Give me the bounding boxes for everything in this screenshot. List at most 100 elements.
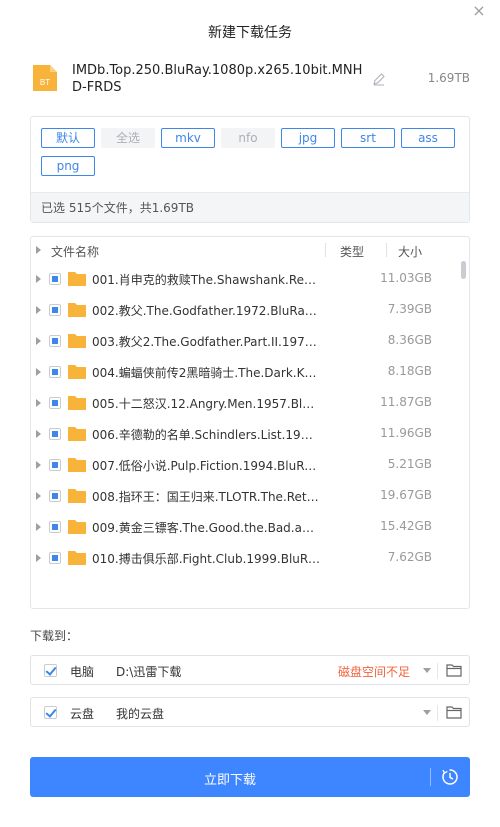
file-size: 5.21GB: [387, 457, 432, 471]
file-size: 11.03GB: [380, 271, 432, 285]
row-checkbox[interactable]: [49, 273, 61, 285]
filter-tag-png[interactable]: png: [41, 156, 95, 176]
filter-tag-mkv[interactable]: mkv: [161, 128, 215, 148]
torrent-name: IMDb.Top.250.BluRay.1080p.x265.10bit.MNH…: [72, 63, 363, 95]
column-divider: [386, 243, 387, 257]
folder-icon: [68, 334, 86, 348]
torrent-header: BT IMDb.Top.250.BluRay.1080p.x265.10bit.…: [30, 60, 470, 100]
folder-icon: [68, 396, 86, 410]
file-row[interactable]: 003.教父2.The.Godfather.Part.II.1974.BluRa…: [31, 325, 461, 356]
file-list-header: 文件名称 类型 大小: [31, 237, 469, 264]
file-name: 005.十二怒汉.12.Angry.Men.1957.BluRay.1080p: [92, 397, 320, 411]
file-name: 001.肖申克的救赎The.Shawshank.Redemption.1994: [92, 273, 320, 287]
destination-pc: 电脑 D:\迅雷下载 磁盘空间不足: [30, 655, 470, 685]
filter-tag-srt[interactable]: srt: [341, 128, 395, 148]
expand-arrow-icon[interactable]: [36, 306, 41, 314]
folder-icon: [68, 272, 86, 286]
disk-space-warning: 磁盘空间不足: [338, 665, 411, 679]
expand-arrow-icon[interactable]: [36, 523, 41, 531]
row-checkbox[interactable]: [49, 428, 61, 440]
chevron-down-icon[interactable]: [423, 710, 431, 715]
expand-all-arrow-icon[interactable]: [36, 246, 41, 254]
file-name: 004.蝙蝠侠前传2黑暗骑士.The.Dark.Knight.2008: [92, 366, 320, 380]
file-size: 8.18GB: [387, 364, 432, 378]
close-icon[interactable]: ×: [470, 2, 488, 20]
file-size: 15.42GB: [380, 519, 432, 533]
folder-browse-icon[interactable]: [446, 663, 462, 677]
file-row[interactable]: 007.低俗小说.Pulp.Fiction.1994.BluRay.1080p …: [31, 449, 461, 480]
destination-cloud: 云盘 我的云盘: [30, 697, 470, 727]
row-checkbox[interactable]: [49, 490, 61, 502]
expand-arrow-icon[interactable]: [36, 337, 41, 345]
file-row[interactable]: 006.辛德勒的名单.Schindlers.List.1993.BluRay 1…: [31, 418, 461, 449]
expand-arrow-icon[interactable]: [36, 492, 41, 500]
button-divider: [430, 768, 431, 786]
chevron-down-icon[interactable]: [423, 668, 431, 673]
folder-icon: [68, 365, 86, 379]
file-size: 8.36GB: [387, 333, 432, 347]
file-size: 11.87GB: [380, 395, 432, 409]
filter-tag-select-all[interactable]: 全选: [101, 128, 155, 148]
expand-arrow-icon[interactable]: [36, 430, 41, 438]
file-name: 002.教父.The.Godfather.1972.BluRay.1080p: [92, 304, 320, 318]
svg-text:BT: BT: [40, 78, 50, 87]
file-row[interactable]: 001.肖申克的救赎The.Shawshank.Redemption.1994 …: [31, 263, 461, 294]
file-name: 007.低俗小说.Pulp.Fiction.1994.BluRay.1080p: [92, 459, 320, 473]
schedule-clock-icon[interactable]: [441, 768, 459, 786]
folder-icon: [68, 551, 86, 565]
row-checkbox[interactable]: [49, 366, 61, 378]
column-divider: [325, 243, 326, 257]
download-now-button[interactable]: 立即下载: [30, 757, 470, 797]
file-size: 7.39GB: [387, 302, 432, 316]
expand-arrow-icon[interactable]: [36, 554, 41, 562]
filter-tag-ass[interactable]: ass: [401, 128, 455, 148]
file-row[interactable]: 008.指环王：国王归来.TLOTR.The.Return.of.the.Kin…: [31, 480, 461, 511]
file-row[interactable]: 010.搏击俱乐部.Fight.Club.1999.BluRay.1080p 7…: [31, 542, 461, 573]
list-scrollbar[interactable]: [461, 261, 466, 279]
expand-arrow-icon[interactable]: [36, 368, 41, 376]
cloud-checkbox[interactable]: [44, 706, 57, 719]
torrent-size: 1.69TB: [427, 71, 470, 85]
column-type[interactable]: 类型: [340, 243, 364, 260]
divider: [437, 705, 438, 721]
folder-icon: [68, 489, 86, 503]
file-name: 008.指环王：国王归来.TLOTR.The.Return.of.the.Kin…: [92, 490, 320, 504]
filter-tag-jpg[interactable]: jpg: [281, 128, 335, 148]
folder-browse-icon[interactable]: [446, 705, 462, 719]
file-name: 010.搏击俱乐部.Fight.Club.1999.BluRay.1080p: [92, 552, 320, 566]
filter-tag-nfo[interactable]: nfo: [221, 128, 275, 148]
file-name: 003.教父2.The.Godfather.Part.II.1974.BluRa…: [92, 335, 320, 349]
selection-summary: 已选 515个文件，共1.69TB: [31, 192, 469, 222]
folder-icon: [68, 458, 86, 472]
row-checkbox[interactable]: [49, 459, 61, 471]
file-row[interactable]: 002.教父.The.Godfather.1972.BluRay.1080p 7…: [31, 294, 461, 325]
row-checkbox[interactable]: [49, 397, 61, 409]
torrent-file-icon: BT: [33, 65, 57, 91]
row-checkbox[interactable]: [49, 335, 61, 347]
filter-tag-default[interactable]: 默认: [41, 128, 95, 148]
file-size: 7.62GB: [387, 550, 432, 564]
dialog-title: 新建下载任务: [208, 25, 292, 41]
folder-icon: [68, 303, 86, 317]
row-checkbox[interactable]: [49, 552, 61, 564]
download-now-label: 立即下载: [203, 773, 256, 788]
folder-icon: [68, 520, 86, 534]
cloud-path: 我的云盘: [116, 707, 165, 721]
expand-arrow-icon[interactable]: [36, 461, 41, 469]
file-row[interactable]: 004.蝙蝠侠前传2黑暗骑士.The.Dark.Knight.2008 8.18…: [31, 356, 461, 387]
edit-icon[interactable]: [372, 72, 386, 86]
pc-path: D:\迅雷下载: [116, 665, 182, 679]
download-to-label: 下载到：: [30, 629, 79, 643]
row-checkbox[interactable]: [49, 521, 61, 533]
column-size[interactable]: 大小: [398, 243, 422, 260]
file-row[interactable]: 005.十二怒汉.12.Angry.Men.1957.BluRay.1080p …: [31, 387, 461, 418]
expand-arrow-icon[interactable]: [36, 399, 41, 407]
column-name[interactable]: 文件名称: [51, 243, 99, 260]
row-checkbox[interactable]: [49, 304, 61, 316]
file-list: 文件名称 类型 大小 001.肖申克的救赎The.Shawshank.Redem…: [30, 236, 470, 609]
folder-icon: [68, 427, 86, 441]
file-type-filter: 默认 全选 mkv nfo jpg srt ass png 已选 515个文件，…: [30, 116, 470, 223]
expand-arrow-icon[interactable]: [36, 275, 41, 283]
file-row[interactable]: 009.黄金三镖客.The.Good.the.Bad.and.the.Ugly …: [31, 511, 461, 542]
pc-checkbox[interactable]: [44, 664, 57, 677]
